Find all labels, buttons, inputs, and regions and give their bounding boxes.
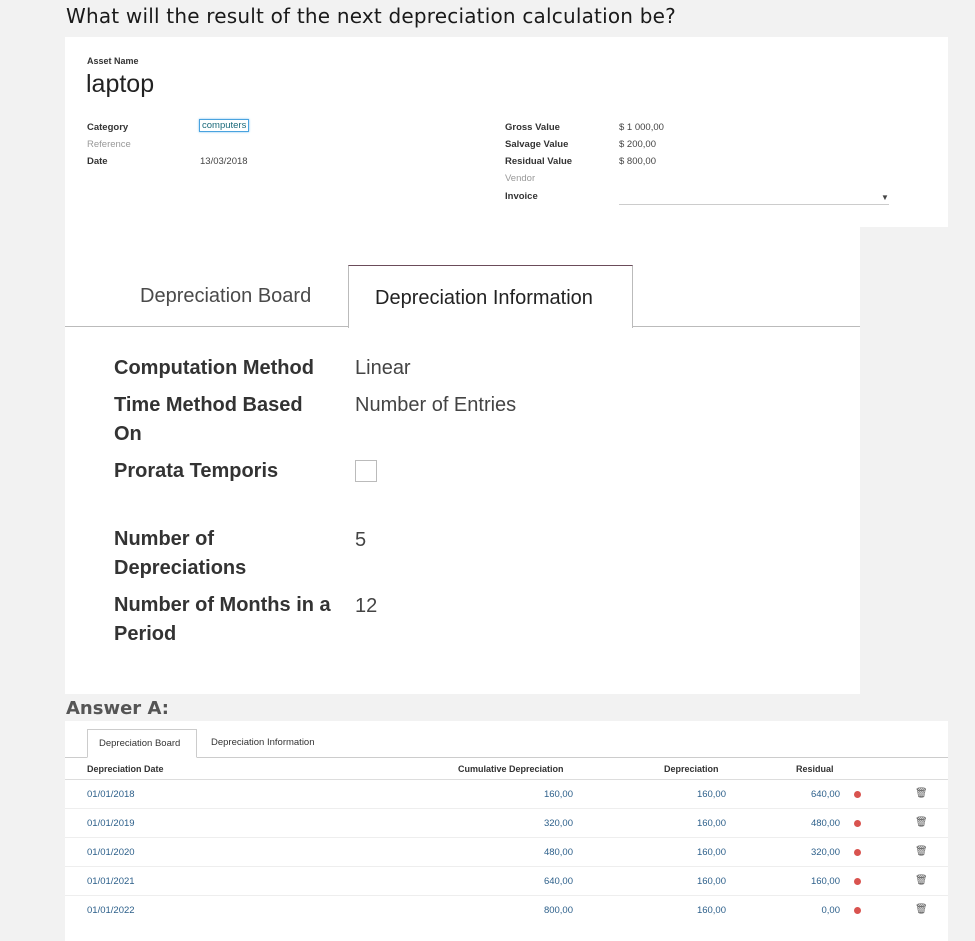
time-method-value[interactable]: Number of Entries [355,394,516,417]
chevron-down-icon[interactable]: ▼ [881,193,889,202]
trash-icon[interactable]: 🗑 [915,904,928,915]
row-cumulative: 160,00 [543,789,573,800]
number-of-depreciations-value[interactable]: 5 [355,529,366,552]
months-in-period-value[interactable]: 12 [355,595,377,618]
column-header-residual[interactable]: Residual [796,764,834,774]
row-date: 01/01/2022 [87,905,135,916]
status-dot [854,849,861,856]
residual-value-field: $ 800,00 [619,156,656,167]
row-divider [65,866,948,867]
row-date: 01/01/2020 [87,847,135,858]
months-in-period-label: Number of Months in a Period [114,594,331,645]
board-tab-depreciation-information[interactable]: Depreciation Information [211,737,315,748]
row-cumulative: 480,00 [543,847,573,858]
category-field[interactable]: computers [199,119,250,132]
row-residual: 480,00 [810,818,840,829]
asset-name-label: Asset Name [87,56,139,66]
row-depreciation: 160,00 [696,905,726,916]
row-depreciation: 160,00 [696,818,726,829]
row-date: 01/01/2019 [87,818,135,829]
board-tab-depreciation-board-label[interactable]: Depreciation Board [99,738,180,749]
prorata-label: Prorata Temporis [114,460,279,482]
salvage-value-field[interactable]: $ 200,00 [619,139,656,150]
row-residual: 640,00 [810,789,840,800]
invoice-select[interactable] [619,192,889,205]
tab-depreciation-board[interactable]: Depreciation Board [140,285,311,308]
row-depreciation: 160,00 [696,789,726,800]
question-text: What will the result of the next depreci… [66,4,676,28]
invoice-label: Invoice [505,191,538,202]
column-header-depreciation[interactable]: Depreciation [664,764,719,774]
status-dot [854,878,861,885]
status-dot [854,820,861,827]
vendor-label: Vendor [505,173,536,184]
number-of-depreciations-label: Number of Depreciations [114,528,247,579]
row-date: 01/01/2018 [87,789,135,800]
row-residual: 320,00 [810,847,840,858]
table-header-divider [65,779,948,780]
computation-method-value[interactable]: Linear [355,357,411,380]
date-label: Date [87,156,108,167]
row-depreciation: 160,00 [696,876,726,887]
board-tab-divider [65,757,948,758]
computation-method-label: Computation Method [114,357,314,379]
asset-name-value[interactable]: laptop [86,70,154,99]
row-cumulative: 640,00 [543,876,573,887]
gross-value-label: Gross Value [505,122,560,133]
trash-icon[interactable]: 🗑 [915,817,928,828]
row-residual: 0,00 [821,905,841,916]
answer-label: Answer A: [66,698,169,719]
trash-icon[interactable]: 🗑 [915,788,928,799]
column-header-cumulative[interactable]: Cumulative Depreciation [458,764,564,774]
date-field[interactable]: 13/03/2018 [200,156,248,167]
category-label: Category [87,122,129,133]
row-cumulative: 800,00 [543,905,573,916]
time-method-label: Time Method Based On [114,394,303,445]
row-divider [65,808,948,809]
column-header-date[interactable]: Depreciation Date [87,764,164,774]
row-depreciation: 160,00 [696,847,726,858]
status-dot [854,907,861,914]
row-divider [65,837,948,838]
trash-icon[interactable]: 🗑 [915,846,928,857]
salvage-value-label: Salvage Value [505,139,569,150]
row-divider [65,895,948,896]
status-dot [854,791,861,798]
row-cumulative: 320,00 [543,818,573,829]
reference-label: Reference [87,139,131,150]
gross-value-field[interactable]: $ 1 000,00 [619,122,664,133]
residual-value-label: Residual Value [505,156,573,167]
tab-depreciation-information-label[interactable]: Depreciation Information [375,287,593,310]
row-date: 01/01/2021 [87,876,135,887]
trash-icon[interactable]: 🗑 [915,875,928,886]
row-residual: 160,00 [810,876,840,887]
prorata-checkbox[interactable] [355,460,377,482]
